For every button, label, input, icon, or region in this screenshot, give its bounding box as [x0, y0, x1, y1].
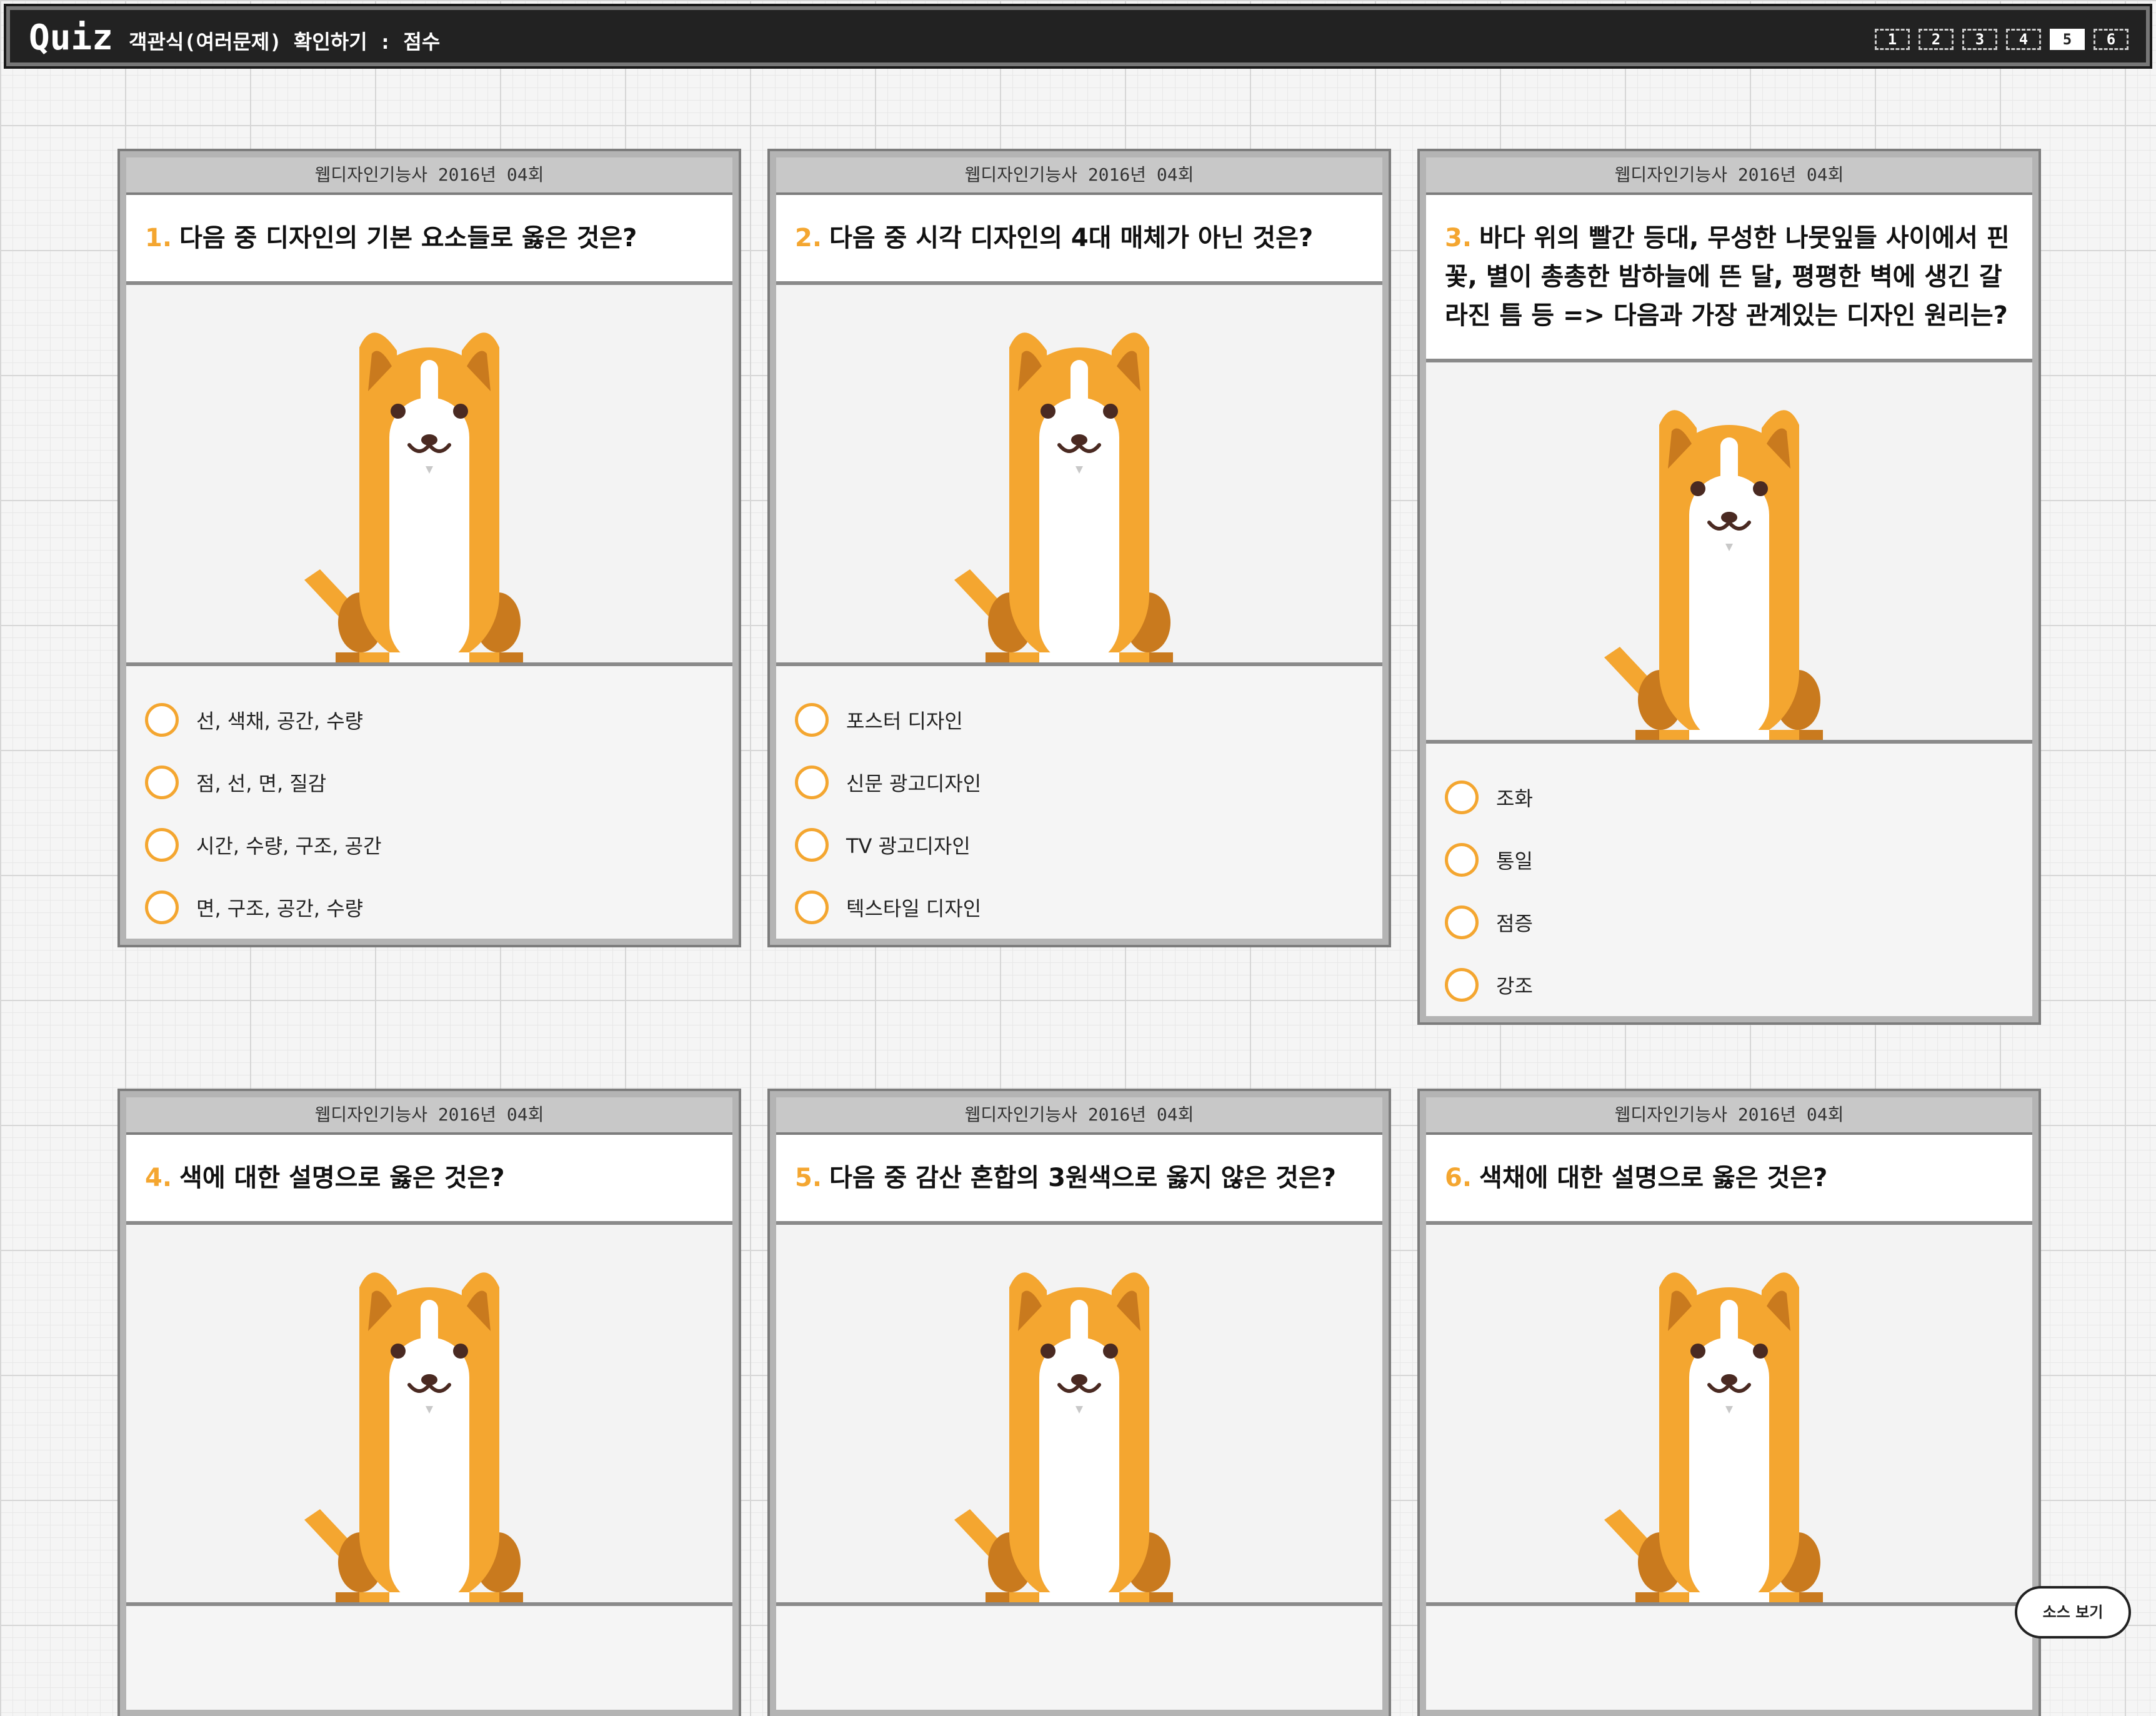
choice-label: 조화 — [1496, 787, 1533, 811]
view-source-button[interactable]: 소스 보기 — [2015, 1586, 2131, 1639]
dog-illustration — [1598, 1262, 1860, 1605]
radio-button[interactable] — [1445, 843, 1479, 877]
question-text: 다음 중 디자인의 기본 요소들로 옳은 것은? — [179, 224, 637, 252]
choice-option[interactable]: 선, 색채, 공간, 수량 — [145, 689, 714, 751]
page-6-button[interactable]: 6 — [2094, 29, 2129, 50]
question-text: 바다 위의 빨간 등대, 무성한 나뭇잎들 사이에서 핀 꽃, 별이 총총한 밤… — [1445, 224, 2010, 330]
quiz-card: 웹디자인기능사 2016년 04회 3. 바다 위의 빨간 등대, 무성한 나뭇잎… — [1417, 149, 2041, 1025]
quiz-card: 웹디자인기능사 2016년 04회 6. 색채에 대한 설명으로 옳은 것은? — [1417, 1089, 2041, 1716]
quiz-card: 웹디자인기능사 2016년 04회 4. 색에 대한 설명으로 옳은 것은? — [117, 1089, 741, 1716]
question-image — [126, 285, 732, 666]
dog-illustration — [298, 322, 561, 665]
choice-option[interactable]: 조화 — [1445, 766, 2014, 829]
exam-meta: 웹디자인기능사 2016년 04회 — [1426, 1097, 2032, 1135]
question-number: 1. — [145, 224, 172, 252]
quiz-card: 웹디자인기능사 2016년 04회 5. 다음 중 감산 혼합의 3원색으로 옳지… — [767, 1089, 1391, 1716]
exam-meta: 웹디자인기능사 2016년 04회 — [1426, 157, 2032, 195]
page-pagination: 1 2 3 4 5 6 — [1875, 29, 2129, 50]
quiz-logo: Quiz — [29, 17, 113, 58]
choice-option[interactable]: 통일 — [1445, 829, 2014, 891]
question-image — [1426, 1225, 2032, 1606]
question-number: 4. — [145, 1164, 172, 1192]
question: 5. 다음 중 감산 혼합의 3원색으로 옳지 않은 것은? — [776, 1135, 1382, 1225]
question: 1. 다음 중 디자인의 기본 요소들로 옳은 것은? — [126, 195, 732, 285]
choice-option[interactable]: 면, 구조, 공간, 수량 — [145, 876, 714, 939]
exam-meta: 웹디자인기능사 2016년 04회 — [776, 1097, 1382, 1135]
question: 2. 다음 중 시각 디자인의 4대 매체가 아닌 것은? — [776, 195, 1382, 285]
radio-button[interactable] — [1445, 905, 1479, 939]
question: 6. 색채에 대한 설명으로 옳은 것은? — [1426, 1135, 2032, 1225]
choice-option[interactable]: 시간, 수량, 구조, 공간 — [145, 814, 714, 876]
choice-label: TV 광고디자인 — [846, 834, 971, 858]
question-image — [776, 1225, 1382, 1606]
choice-option[interactable]: TV 광고디자인 — [795, 814, 1364, 876]
choice-label: 통일 — [1496, 849, 1533, 873]
page-5-button[interactable]: 5 — [2050, 29, 2085, 50]
question-text: 다음 중 시각 디자인의 4대 매체가 아닌 것은? — [829, 224, 1314, 252]
question-number: 5. — [795, 1164, 822, 1192]
dog-illustration — [1598, 400, 1860, 742]
choice-label: 강조 — [1496, 974, 1533, 998]
choice-list: 포스터 디자인 신문 광고디자인 TV 광고디자인 텍스타일 디자인 — [776, 666, 1382, 939]
quiz-card: 웹디자인기능사 2016년 04회 2. 다음 중 시각 디자인의 4대 매체가 … — [767, 149, 1391, 947]
radio-button[interactable] — [795, 828, 829, 862]
question-number: 3. — [1445, 224, 1472, 252]
exam-meta: 웹디자인기능사 2016년 04회 — [126, 1097, 732, 1135]
choice-list: 조화 통일 점증 강조 — [1426, 744, 2032, 1016]
question-image — [126, 1225, 732, 1606]
choice-option[interactable]: 포스터 디자인 — [795, 689, 1364, 751]
choice-label: 점, 선, 면, 질감 — [196, 772, 327, 796]
question-text: 색채에 대한 설명으로 옳은 것은? — [1479, 1164, 1828, 1192]
question-text: 다음 중 감산 혼합의 3원색으로 옳지 않은 것은? — [829, 1164, 1336, 1192]
question-text: 색에 대한 설명으로 옳은 것은? — [179, 1164, 505, 1192]
top-bar: Quiz 객관식(여러문제) 확인하기 : 점수 1 2 3 4 5 6 — [4, 4, 2152, 69]
radio-button[interactable] — [1445, 781, 1479, 814]
radio-button[interactable] — [795, 766, 829, 799]
choice-label: 점증 — [1496, 912, 1533, 935]
question-image — [1426, 362, 2032, 744]
choice-option[interactable]: 점증 — [1445, 891, 2014, 954]
question-image — [776, 285, 1382, 666]
dog-illustration — [298, 1262, 561, 1605]
choice-list: 선, 색채, 공간, 수량 점, 선, 면, 질감 시간, 수량, 구조, 공간… — [126, 666, 732, 939]
radio-button[interactable] — [795, 703, 829, 737]
question-number: 2. — [795, 224, 822, 252]
question: 4. 색에 대한 설명으로 옳은 것은? — [126, 1135, 732, 1225]
choice-label: 신문 광고디자인 — [846, 772, 982, 796]
radio-button[interactable] — [145, 828, 179, 862]
radio-button[interactable] — [145, 766, 179, 799]
page-subtitle: 객관식(여러문제) 확인하기 : 점수 — [129, 30, 441, 54]
dog-illustration — [948, 1262, 1210, 1605]
page-1-button[interactable]: 1 — [1875, 29, 1910, 50]
radio-button[interactable] — [795, 890, 829, 924]
radio-button[interactable] — [145, 890, 179, 924]
choice-label: 선, 색채, 공간, 수량 — [196, 709, 364, 733]
choice-option[interactable]: 텍스타일 디자인 — [795, 876, 1364, 939]
question: 3. 바다 위의 빨간 등대, 무성한 나뭇잎들 사이에서 핀 꽃, 별이 총총한… — [1426, 195, 2032, 362]
radio-button[interactable] — [145, 703, 179, 737]
choice-label: 시간, 수량, 구조, 공간 — [196, 834, 382, 858]
choice-label: 면, 구조, 공간, 수량 — [196, 897, 364, 920]
exam-meta: 웹디자인기능사 2016년 04회 — [126, 157, 732, 195]
choice-label: 포스터 디자인 — [846, 709, 963, 733]
choice-option[interactable]: 강조 — [1445, 954, 2014, 1016]
page-3-button[interactable]: 3 — [1962, 29, 1997, 50]
choice-option[interactable]: 점, 선, 면, 질감 — [145, 751, 714, 814]
quiz-card: 웹디자인기능사 2016년 04회 1. 다음 중 디자인의 기본 요소들로 옳은… — [117, 149, 741, 947]
page-2-button[interactable]: 2 — [1919, 29, 1954, 50]
radio-button[interactable] — [1445, 968, 1479, 1002]
choice-label: 텍스타일 디자인 — [846, 897, 982, 920]
choice-option[interactable]: 신문 광고디자인 — [795, 751, 1364, 814]
dog-illustration — [948, 322, 1210, 665]
exam-meta: 웹디자인기능사 2016년 04회 — [776, 157, 1382, 195]
question-number: 6. — [1445, 1164, 1472, 1192]
page-4-button[interactable]: 4 — [2006, 29, 2041, 50]
